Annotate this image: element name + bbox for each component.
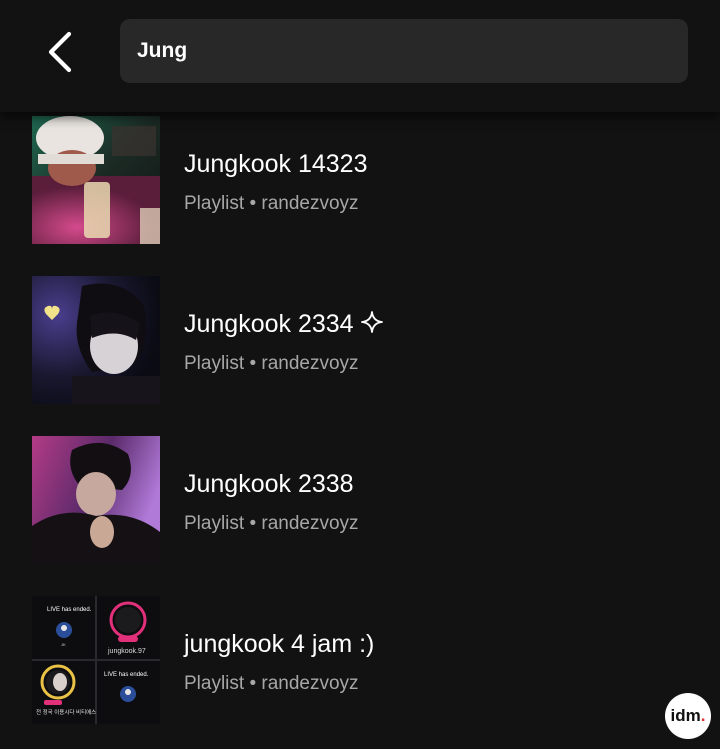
korean-text: 전 정국 이용시다 비티에스 bbox=[36, 708, 96, 716]
playlist-title-text: Jungkook 2334 bbox=[184, 310, 354, 339]
chevron-left-icon bbox=[48, 31, 72, 73]
playlist-subtitle: Playlist • randezvoyz bbox=[184, 353, 359, 374]
live-ended-text: LIVE has ended. bbox=[47, 607, 92, 613]
username-text: jungkook.97 bbox=[107, 648, 146, 655]
playlist-cover bbox=[32, 436, 160, 564]
playlist-title: Jungkook 14323 bbox=[184, 150, 368, 178]
playlist-cover bbox=[32, 276, 160, 404]
back-button[interactable] bbox=[34, 28, 86, 76]
playlist-cover bbox=[32, 116, 160, 244]
search-results-screen: Jungkook 14323 Playlist • randezvoyz bbox=[0, 0, 720, 749]
search-field[interactable] bbox=[120, 19, 688, 83]
playlist-subtitle: Playlist • randezvoyz bbox=[184, 673, 359, 694]
idm-logo: idm. bbox=[665, 693, 711, 739]
jk-text: JK bbox=[61, 642, 66, 647]
list-item[interactable]: LIVE has ended. JK jungkook.97 전 정국 이용시다… bbox=[0, 596, 720, 724]
list-item[interactable]: Jungkook 2338 Playlist • randezvoyz bbox=[0, 436, 720, 564]
playlist-title: Jungkook 2338 bbox=[184, 470, 354, 498]
search-header bbox=[0, 0, 720, 112]
playlist-subtitle: Playlist • randezvoyz bbox=[184, 193, 359, 214]
list-item[interactable]: Jungkook 2334 Playlist • randezvoyz bbox=[0, 276, 720, 404]
list-item[interactable]: Jungkook 14323 Playlist • randezvoyz bbox=[0, 116, 720, 244]
live-ended-text-2: LIVE has ended. bbox=[104, 672, 149, 678]
search-input[interactable] bbox=[137, 39, 657, 63]
playlist-title: Jungkook 2334 bbox=[184, 310, 384, 341]
sparkle-icon bbox=[360, 310, 384, 341]
playlist-title: jungkook 4 jam :) bbox=[184, 630, 375, 658]
playlist-subtitle: Playlist • randezvoyz bbox=[184, 513, 359, 534]
playlist-cover: LIVE has ended. JK jungkook.97 전 정국 이용시다… bbox=[32, 596, 160, 724]
